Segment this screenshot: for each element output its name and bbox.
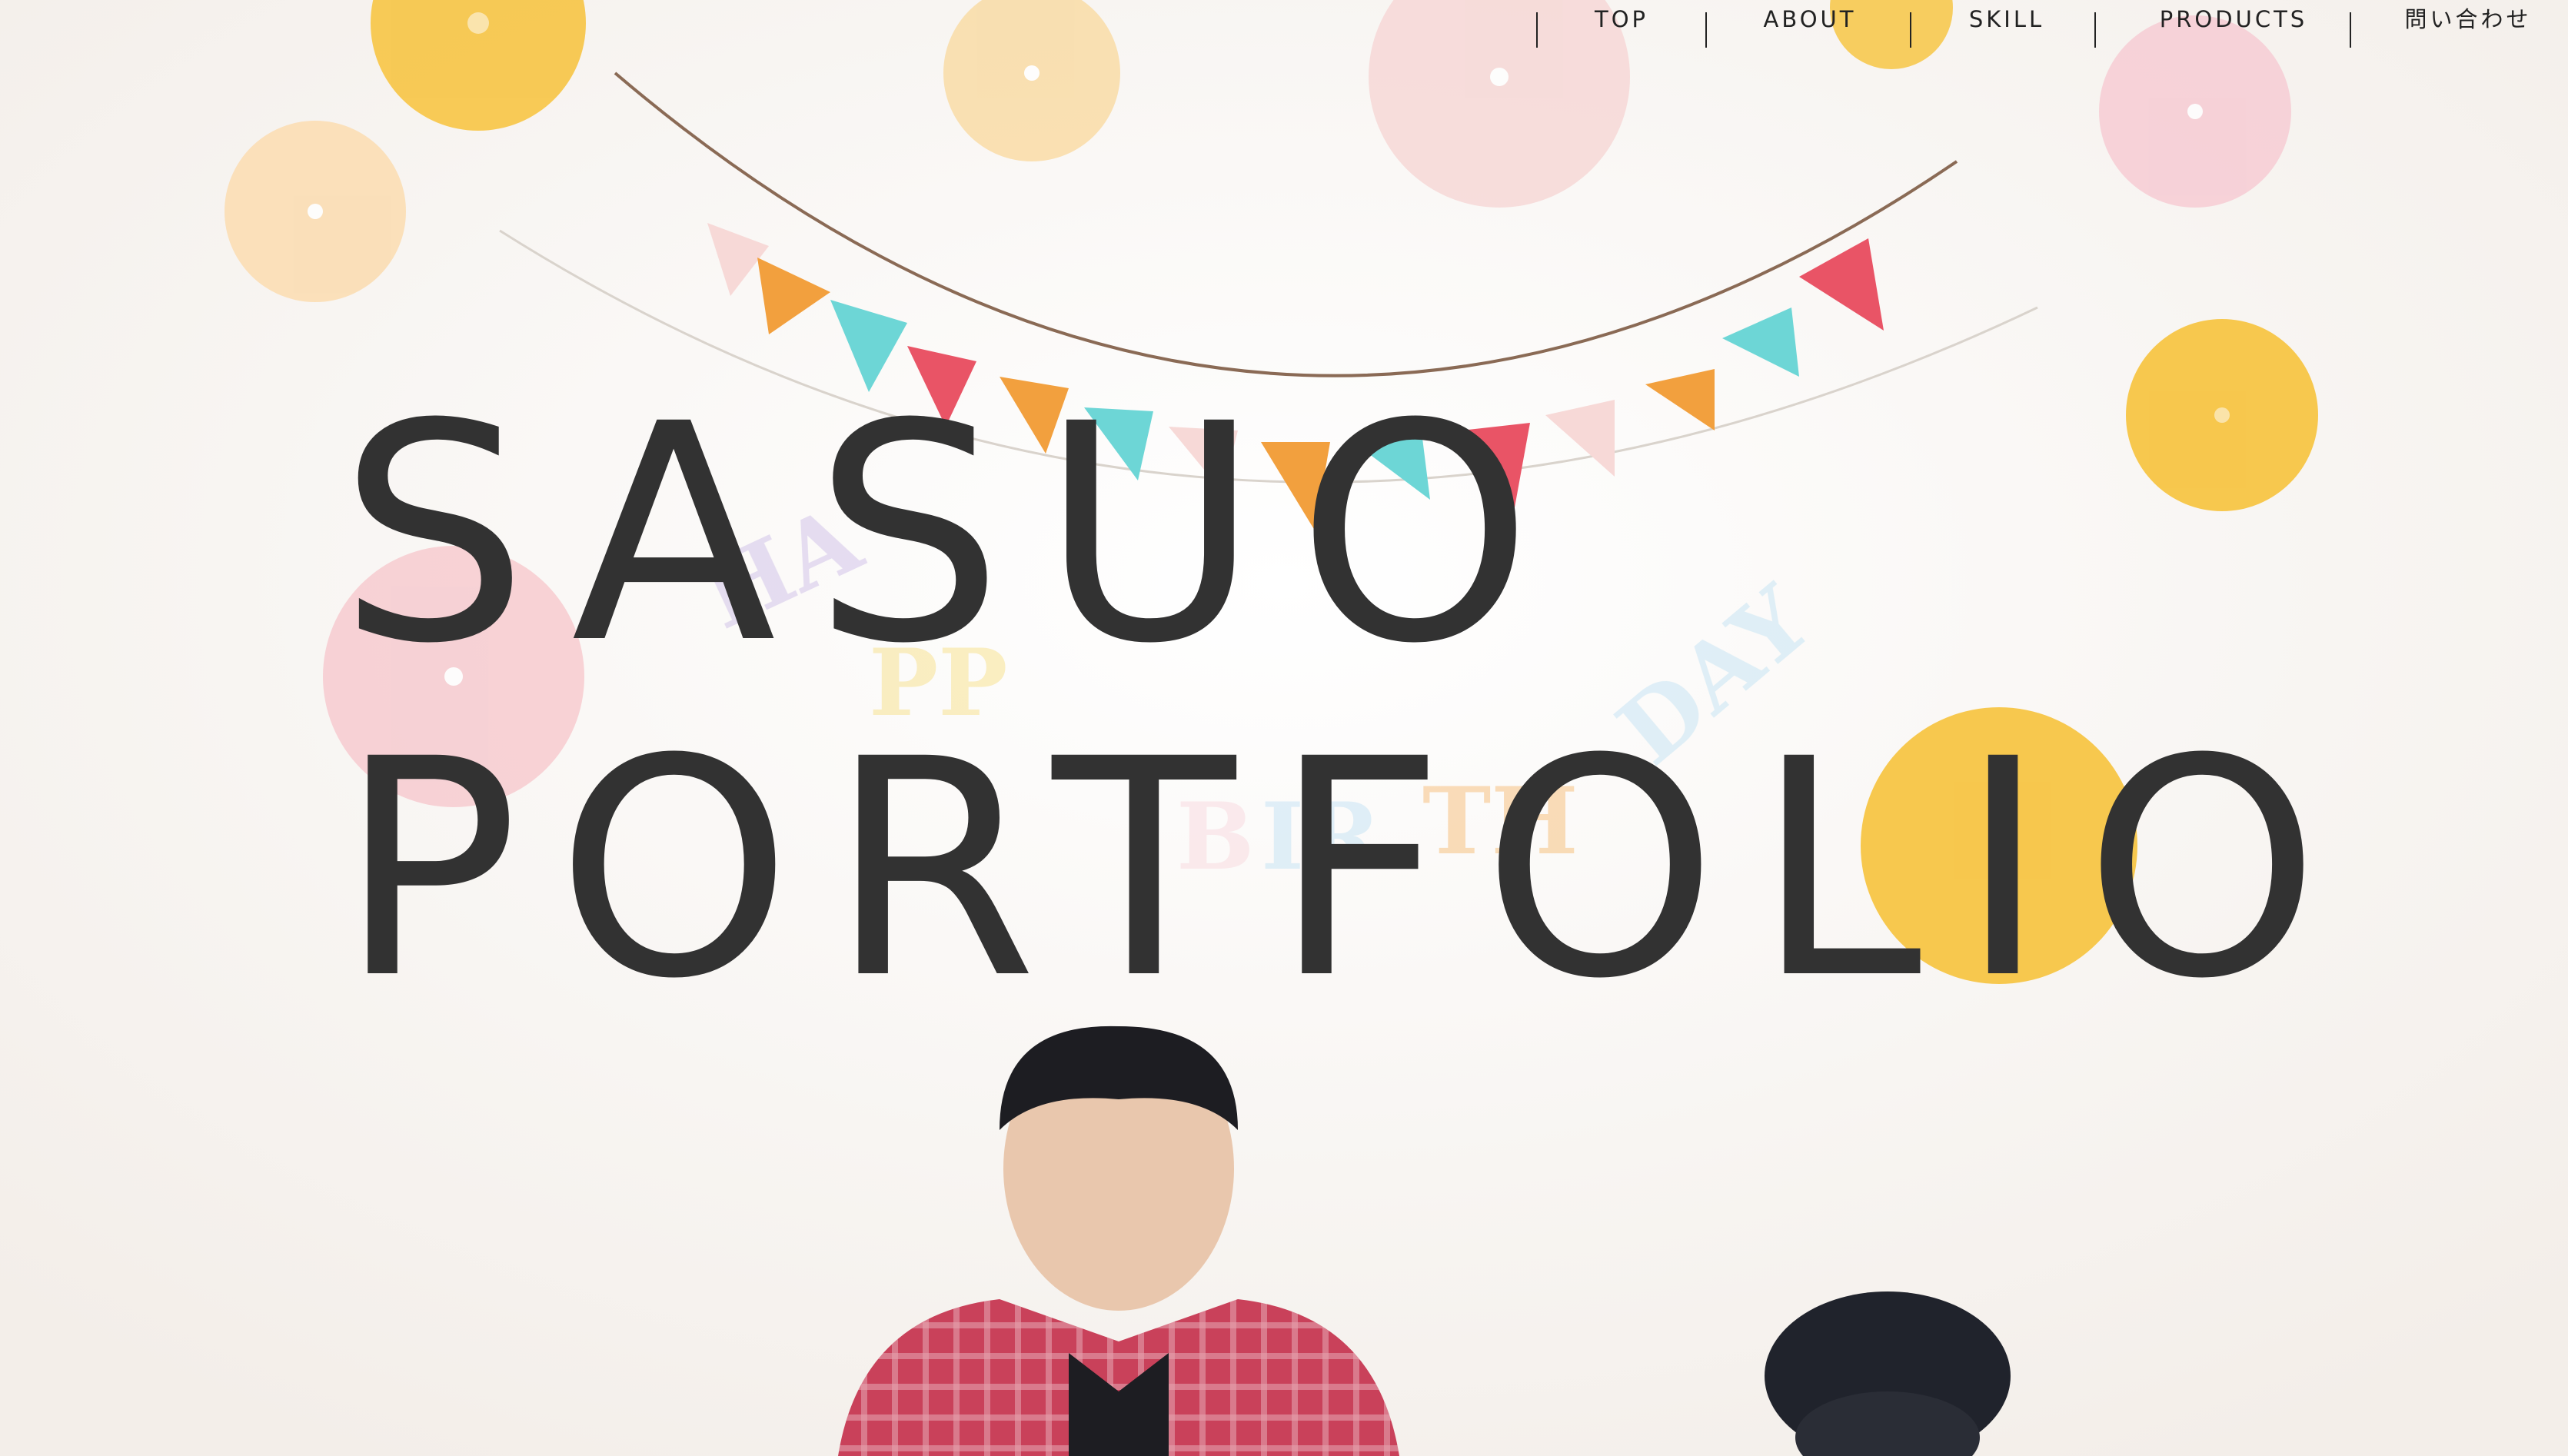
nav-divider: [1536, 12, 1538, 48]
nav-item-skill[interactable]: SKILL: [1938, 0, 2076, 38]
hero-section: HA PP B IR TH DAY TOP ABOUT SKILL PRODUC…: [0, 0, 2568, 1456]
site-title-line-1: SASUO: [338, 360, 1570, 709]
nav-divider: [2350, 12, 2351, 48]
paper-fan-decoration: [225, 121, 406, 302]
nav-divider: [1910, 12, 1911, 48]
nav-divider: [1705, 12, 1707, 48]
nav-item-products[interactable]: PRODUCTS: [2122, 0, 2345, 38]
nav-divider: [2094, 12, 2096, 48]
site-title-line-2: PORTFOLIO: [338, 695, 2357, 1044]
paper-fan-decoration: [2099, 15, 2291, 208]
person-child: [1765, 1291, 2011, 1456]
nav-item-about[interactable]: ABOUT: [1733, 0, 1887, 38]
paper-fan-decoration: [2126, 319, 2318, 511]
nav-item-top[interactable]: TOP: [1564, 0, 1679, 38]
nav-item-contact[interactable]: 問い合わせ: [2377, 0, 2559, 38]
